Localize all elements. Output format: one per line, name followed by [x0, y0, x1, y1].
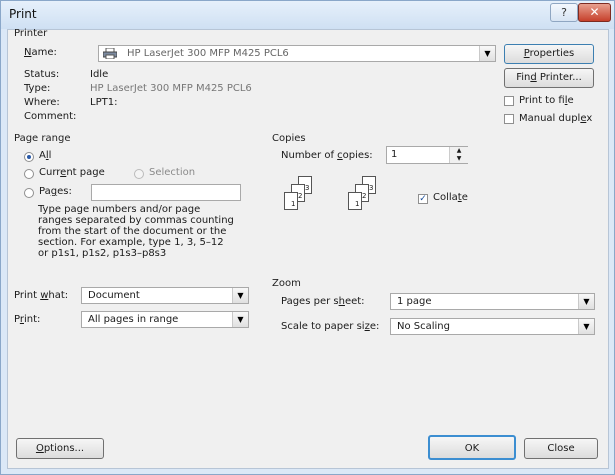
print-what-select[interactable]: Document ▼ [81, 287, 249, 304]
scale-label: Scale to paper size: [281, 321, 380, 332]
print-to-file-checkbox[interactable] [504, 96, 514, 106]
pages-per-sheet-select[interactable]: 1 page ▼ [390, 293, 595, 310]
properties-button[interactable]: Properties [504, 44, 594, 64]
pages-per-sheet-value: 1 page [397, 296, 432, 307]
scale-value: No Scaling [397, 321, 450, 332]
pages-radio[interactable] [24, 188, 34, 198]
printer-name-value: HP LaserJet 300 MFP M425 PCL6 [127, 48, 289, 59]
help-button[interactable]: ? [550, 3, 578, 22]
pages-label: Pages: [39, 186, 72, 197]
status-value: Idle [90, 69, 109, 80]
spin-down-icon[interactable]: ▼ [449, 155, 468, 163]
copies-value: 1 [391, 149, 398, 160]
chevron-down-icon[interactable]: ▼ [232, 288, 248, 303]
chevron-down-icon[interactable]: ▼ [578, 294, 594, 309]
find-printer-button[interactable]: Find Printer... [504, 68, 594, 88]
scale-select[interactable]: No Scaling ▼ [390, 318, 595, 335]
printer-name-select[interactable]: HP LaserJet 300 MFP M425 PCL6 ▼ [98, 45, 496, 62]
all-pages-radio[interactable] [24, 152, 34, 162]
close-button[interactable]: Close [524, 438, 598, 459]
close-window-button[interactable]: ✕ [578, 3, 611, 22]
printer-group-label: Printer [14, 28, 48, 39]
manual-duplex-label: Manual duplex [519, 113, 593, 124]
print-dialog: Print ? ✕ Printer Name: HP LaserJet 300 … [0, 0, 615, 475]
manual-duplex-checkbox[interactable] [504, 114, 514, 124]
help-line: ranges separated by commas counting [38, 215, 234, 226]
copies-input[interactable]: 1 ▲ ▼ [386, 146, 468, 164]
spin-up-icon[interactable]: ▲ [449, 147, 468, 155]
help-line: section. For example, type 1, 3, 5–12 [38, 237, 224, 248]
zoom-group-label: Zoom [272, 278, 301, 289]
collate-label: Collate [433, 192, 468, 203]
help-line: Type page numbers and/or page [38, 204, 201, 215]
chevron-down-icon[interactable]: ▼ [578, 319, 594, 334]
type-value: HP LaserJet 300 MFP M425 PCL6 [90, 83, 252, 94]
dialog-body: Printer Name: HP LaserJet 300 MFP M425 P… [7, 28, 609, 469]
ok-button[interactable]: OK [428, 435, 516, 460]
page-range-help-text: Type page numbers and/or page ranges sep… [38, 204, 234, 259]
options-button[interactable]: Options... [16, 438, 104, 459]
print-what-label: Print what: [14, 290, 69, 301]
printer-icon [102, 47, 118, 60]
page-range-group-label: Page range [14, 133, 71, 144]
print-label: Print: [14, 314, 41, 325]
chevron-down-icon[interactable]: ▼ [479, 46, 495, 61]
copies-group-label: Copies [272, 133, 306, 144]
where-label: Where: [24, 97, 60, 108]
collate-page-icon: 1 [348, 192, 362, 210]
print-value: All pages in range [88, 314, 179, 325]
window-title: Print [9, 7, 37, 21]
print-select[interactable]: All pages in range ▼ [81, 311, 249, 328]
comment-label: Comment: [24, 111, 77, 122]
chevron-down-icon[interactable]: ▼ [232, 312, 248, 327]
print-to-file-label: Print to file [519, 95, 574, 106]
where-value: LPT1: [90, 97, 118, 108]
current-page-radio[interactable] [24, 169, 34, 179]
pages-input[interactable] [91, 184, 241, 201]
pages-per-sheet-label: Pages per sheet: [281, 296, 365, 307]
number-of-copies-label: Number of copies: [281, 150, 373, 161]
help-line: or p1s1, p1s2, p1s3–p8s3 [38, 248, 167, 259]
current-page-label: Current page [39, 167, 105, 178]
collate-checkbox[interactable]: ✓ [418, 194, 428, 204]
selection-label: Selection [149, 167, 196, 178]
type-label: Type: [24, 83, 51, 94]
collate-page-icon: 1 [284, 192, 298, 210]
status-label: Status: [24, 69, 60, 80]
help-line: from the start of the document or the [38, 226, 227, 237]
selection-radio[interactable] [134, 169, 144, 179]
print-what-value: Document [88, 290, 140, 301]
title-bar: Print ? ✕ [1, 1, 614, 29]
name-label: Name: [24, 47, 57, 58]
all-pages-label: All [39, 150, 52, 161]
